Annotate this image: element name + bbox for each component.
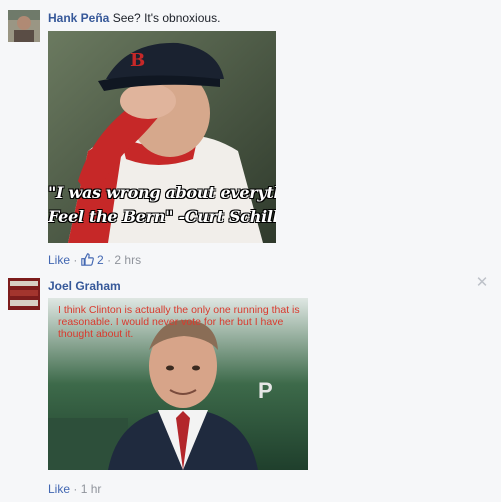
close-icon[interactable]: ✕ xyxy=(475,275,489,290)
comment-time[interactable]: 1 hr xyxy=(81,482,102,496)
image-caption-line1: "I was wrong about everything. xyxy=(48,183,276,202)
image-caption-line2: Feel the Bern" -Curt Schilling xyxy=(48,207,276,226)
like-link[interactable]: Like xyxy=(48,482,70,496)
comment-author[interactable]: Joel Graham xyxy=(48,279,121,293)
like-link[interactable]: Like xyxy=(48,253,70,267)
comment-hank: Hank Peña See? It's obnoxious. B "I was … xyxy=(0,0,501,270)
author-name[interactable]: Joel Graham xyxy=(48,279,121,293)
separator: · xyxy=(107,253,112,267)
comment-meta: Like · 2 · 2 hrs xyxy=(48,253,141,269)
comment-photo[interactable]: B "I was wrong about everything. Feel th… xyxy=(48,31,276,243)
comment-photo[interactable]: P I think Clinton is actually the only o… xyxy=(48,298,308,470)
comment-author[interactable]: Hank Peña See? It's obnoxious. xyxy=(48,11,220,25)
avatar[interactable] xyxy=(8,278,40,310)
separator: · xyxy=(73,253,78,267)
author-name[interactable]: Hank Peña xyxy=(48,11,109,25)
comment-text: See? It's obnoxious. xyxy=(112,11,221,25)
thumbs-up-icon[interactable] xyxy=(80,253,94,269)
comment-meta: Like · 1 hr xyxy=(48,482,101,496)
comment-joel: Joel Graham P I think Clinton is actuall… xyxy=(0,270,501,502)
avatar[interactable] xyxy=(8,10,40,42)
comment-time[interactable]: 2 hrs xyxy=(114,253,141,267)
image-overlay-text: I think Clinton is actually the only one… xyxy=(58,304,300,340)
like-count[interactable]: 2 xyxy=(97,253,104,267)
svg-text:P: P xyxy=(258,378,273,403)
svg-text:B: B xyxy=(130,50,145,71)
separator: · xyxy=(73,482,78,496)
